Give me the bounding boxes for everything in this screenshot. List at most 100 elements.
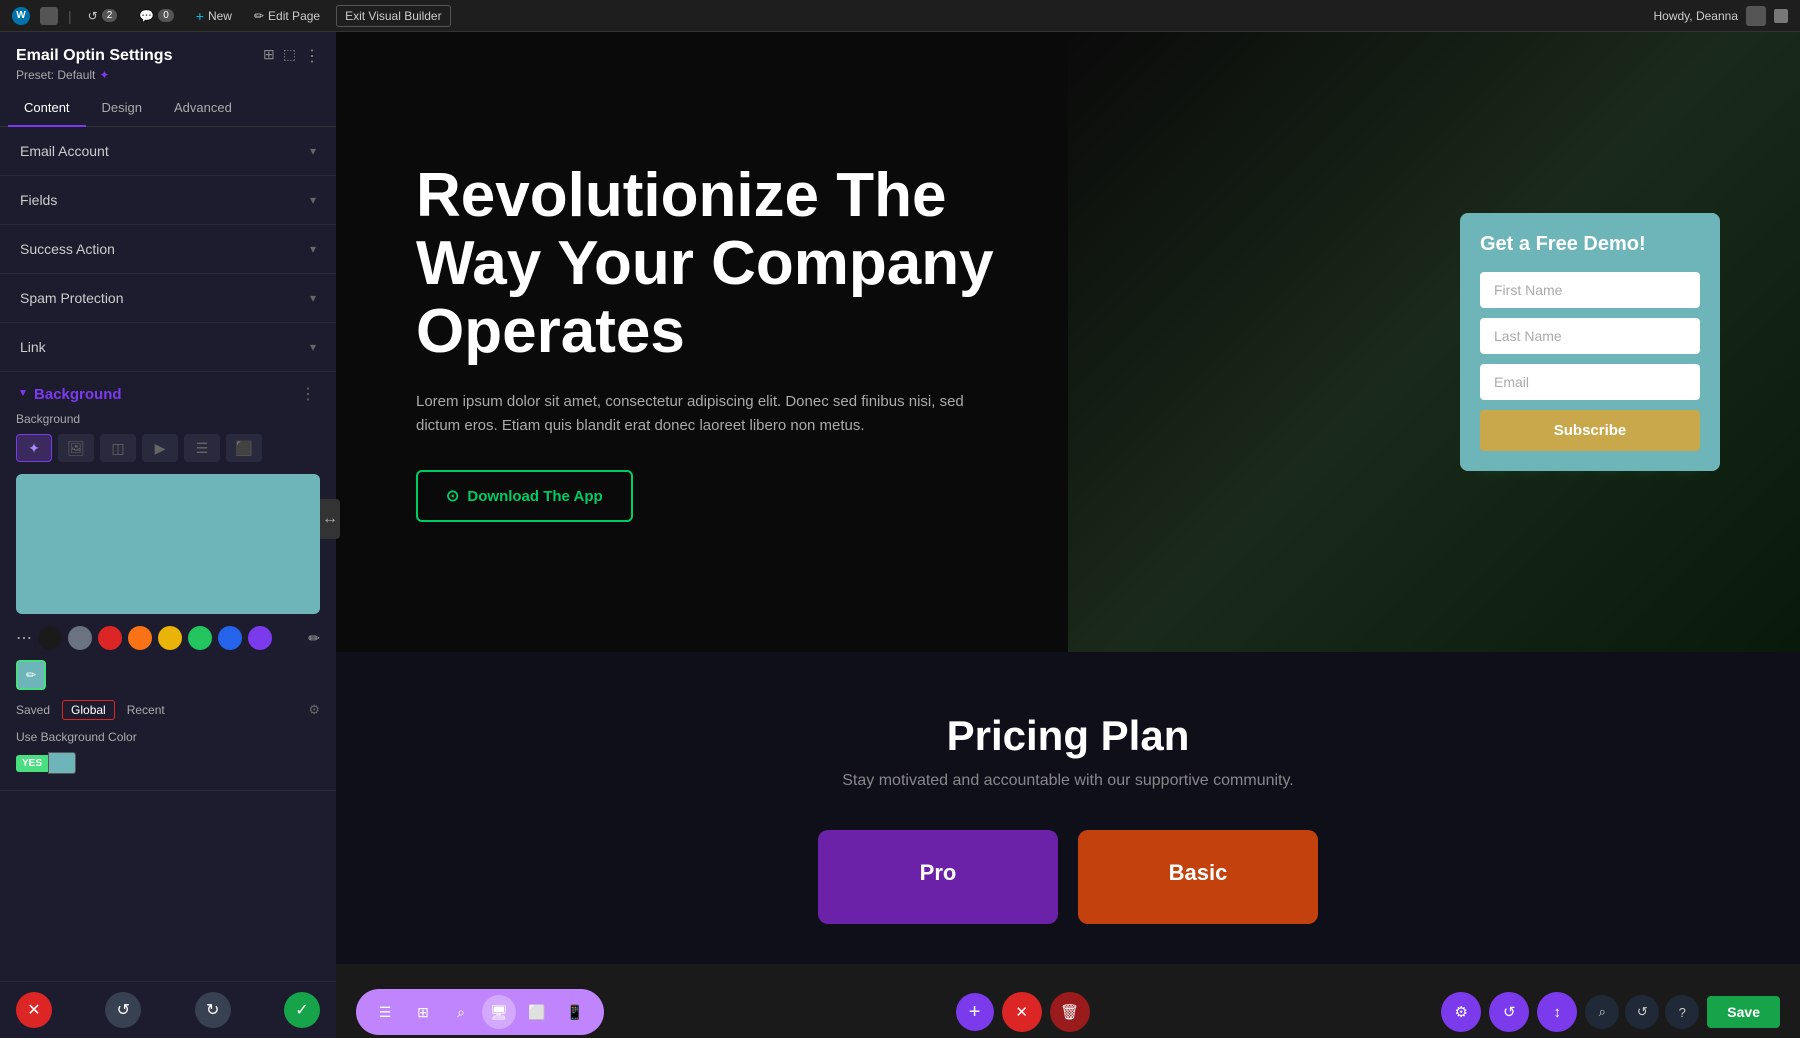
- bg-type-pattern[interactable]: ☰: [184, 434, 220, 462]
- undo-icon: ↺: [117, 1000, 130, 1020]
- palette-red[interactable]: [98, 626, 122, 650]
- revisions-btn[interactable]: ↺ 2: [82, 7, 124, 25]
- toolbar-refresh-btn[interactable]: ↺: [1625, 995, 1659, 1029]
- palette-purple[interactable]: [248, 626, 272, 650]
- palette-gray[interactable]: [68, 626, 92, 650]
- panel-settings-icon[interactable]: ⊞: [263, 46, 275, 66]
- palette-yellow[interactable]: [158, 626, 182, 650]
- accordion-spam-protection-header[interactable]: Spam Protection ▾: [0, 274, 336, 322]
- toolbar-search-group: ⌕ ↺ ?: [1585, 995, 1699, 1029]
- accordion-success-action-label: Success Action: [20, 241, 115, 257]
- bg-type-image[interactable]: 🖼: [58, 434, 94, 462]
- revisions-count: 2: [102, 9, 118, 22]
- toolbar-find-btn[interactable]: ⌕: [1585, 995, 1619, 1029]
- toolbar-menu-icon[interactable]: ☰: [368, 995, 402, 1029]
- confirm-icon: ✓: [295, 1000, 308, 1020]
- palette-green[interactable]: [188, 626, 212, 650]
- wp-logo-icon[interactable]: W: [12, 7, 30, 25]
- arrow-left-icon: ↔: [322, 510, 338, 528]
- edit-page-btn[interactable]: ✏ Edit Page: [248, 7, 326, 25]
- undo-button[interactable]: ↺: [105, 992, 141, 1028]
- accordion-email-account-header[interactable]: Email Account ▾: [0, 127, 336, 175]
- bg-type-none[interactable]: ✦: [16, 434, 52, 462]
- panel-collapse-arrow[interactable]: ↔: [320, 499, 340, 539]
- hero-content: Revolutionize The Way Your Company Opera…: [416, 162, 1036, 523]
- accordion-fields-header[interactable]: Fields ▾: [0, 176, 336, 224]
- accordion-success-action: Success Action ▾: [0, 225, 336, 274]
- tab-design[interactable]: Design: [86, 90, 158, 127]
- first-name-input[interactable]: [1480, 272, 1700, 308]
- cancel-button[interactable]: ✕: [16, 992, 52, 1028]
- edit-page-label: Edit Page: [268, 9, 320, 23]
- toolbar-add-button[interactable]: +: [956, 993, 994, 1031]
- palette-orange[interactable]: [128, 626, 152, 650]
- accordion-email-account-label: Email Account: [20, 143, 109, 159]
- pencil-icon: ✏: [254, 9, 264, 23]
- subscribe-button[interactable]: Subscribe: [1480, 410, 1700, 451]
- email-input[interactable]: [1480, 364, 1700, 400]
- exit-builder-btn[interactable]: Exit Visual Builder: [336, 5, 451, 27]
- pricing-card-basic-name: Basic: [1108, 860, 1288, 886]
- site-icon[interactable]: [40, 7, 58, 25]
- toolbar-help-btn[interactable]: ?: [1665, 995, 1699, 1029]
- accordion-link-header[interactable]: Link ▾: [0, 323, 336, 371]
- background-options-icon[interactable]: ⋮: [300, 384, 316, 404]
- chevron-up-icon[interactable]: ▴: [20, 387, 26, 401]
- color-tab-global[interactable]: Global: [62, 700, 115, 720]
- redo-button[interactable]: ↻: [195, 992, 231, 1028]
- sep: |: [68, 8, 72, 24]
- toolbar-layers-button[interactable]: ↕: [1537, 992, 1577, 1032]
- toolbar-tablet-icon[interactable]: ⬜: [520, 995, 554, 1029]
- palette-black[interactable]: [38, 626, 62, 650]
- panel-layout-icon[interactable]: ⬚: [283, 46, 296, 66]
- color-tabs: Saved Global Recent ⚙: [16, 700, 320, 720]
- panel-header: Email Optin Settings ⊞ ⬚ ⋮ Preset: Defau…: [0, 32, 336, 90]
- accordion-success-action-header[interactable]: Success Action ▾: [0, 225, 336, 273]
- color-tab-saved[interactable]: Saved: [16, 703, 50, 717]
- toolbar-settings-button[interactable]: ⚙: [1441, 992, 1481, 1032]
- use-bg-toggle[interactable]: YES: [16, 752, 320, 774]
- bg-type-mask[interactable]: ⬛: [226, 434, 262, 462]
- panel-more-icon[interactable]: ⋮: [304, 46, 320, 66]
- toolbar-desktop-icon[interactable]: 🖥: [482, 995, 516, 1029]
- color-swatch[interactable]: [16, 474, 320, 614]
- palette-more-icon[interactable]: ⋯: [16, 628, 32, 648]
- new-btn[interactable]: + New: [190, 6, 238, 26]
- active-color-tool[interactable]: ✏: [16, 660, 46, 690]
- toolbar-close-button[interactable]: ✕: [1002, 992, 1042, 1032]
- bg-type-video[interactable]: ▶: [142, 434, 178, 462]
- pencil-icon[interactable]: ✏: [308, 630, 320, 647]
- revisions-icon: ↺: [88, 9, 98, 23]
- toolbar-delete-button[interactable]: 🗑: [1050, 992, 1090, 1032]
- tab-content[interactable]: Content: [8, 90, 86, 127]
- save-button[interactable]: Save: [1707, 996, 1780, 1028]
- pricing-title: Pricing Plan: [416, 712, 1720, 760]
- toolbar-right: ⚙ ↺ ↕ ⌕ ↺ ? Save: [1441, 992, 1780, 1032]
- download-app-button[interactable]: ⊙ Download The App: [416, 470, 633, 522]
- color-tab-recent[interactable]: Recent: [127, 703, 165, 717]
- accordion-link: Link ▾: [0, 323, 336, 372]
- toolbar-history-button[interactable]: ↺: [1489, 992, 1529, 1032]
- color-tab-settings-icon[interactable]: ⚙: [308, 702, 320, 718]
- toolbar-grid-icon[interactable]: ⊞: [406, 995, 440, 1029]
- hero-description: Lorem ipsum dolor sit amet, consectetur …: [416, 390, 996, 438]
- hero-title: Revolutionize The Way Your Company Opera…: [416, 162, 1036, 367]
- comments-btn[interactable]: 💬 0: [133, 7, 180, 25]
- palette-blue[interactable]: [218, 626, 242, 650]
- new-label: New: [208, 9, 232, 23]
- panel-content: Email Account ▾ Fields ▾ Success Action …: [0, 127, 336, 981]
- tab-advanced[interactable]: Advanced: [158, 90, 248, 127]
- bg-type-gradient[interactable]: ◫: [100, 434, 136, 462]
- download-app-label: Download The App: [467, 488, 602, 505]
- toolbar-mobile-icon[interactable]: 📱: [558, 995, 592, 1029]
- last-name-input[interactable]: [1480, 318, 1700, 354]
- panel-tabs: Content Design Advanced: [0, 90, 336, 127]
- confirm-button[interactable]: ✓: [284, 992, 320, 1028]
- pricing-subtitle: Stay motivated and accountable with our …: [416, 772, 1720, 790]
- accordion-fields: Fields ▾: [0, 176, 336, 225]
- toolbar-search-icon[interactable]: ⌕: [444, 995, 478, 1029]
- preset-label: Preset: Default: [16, 68, 95, 82]
- chevron-down-icon: ▾: [310, 291, 316, 305]
- admin-bar-left: W | ↺ 2 💬 0 + New ✏ Edit Page Exit Visua…: [12, 5, 1642, 27]
- use-bg-color-label: Use Background Color: [16, 730, 137, 744]
